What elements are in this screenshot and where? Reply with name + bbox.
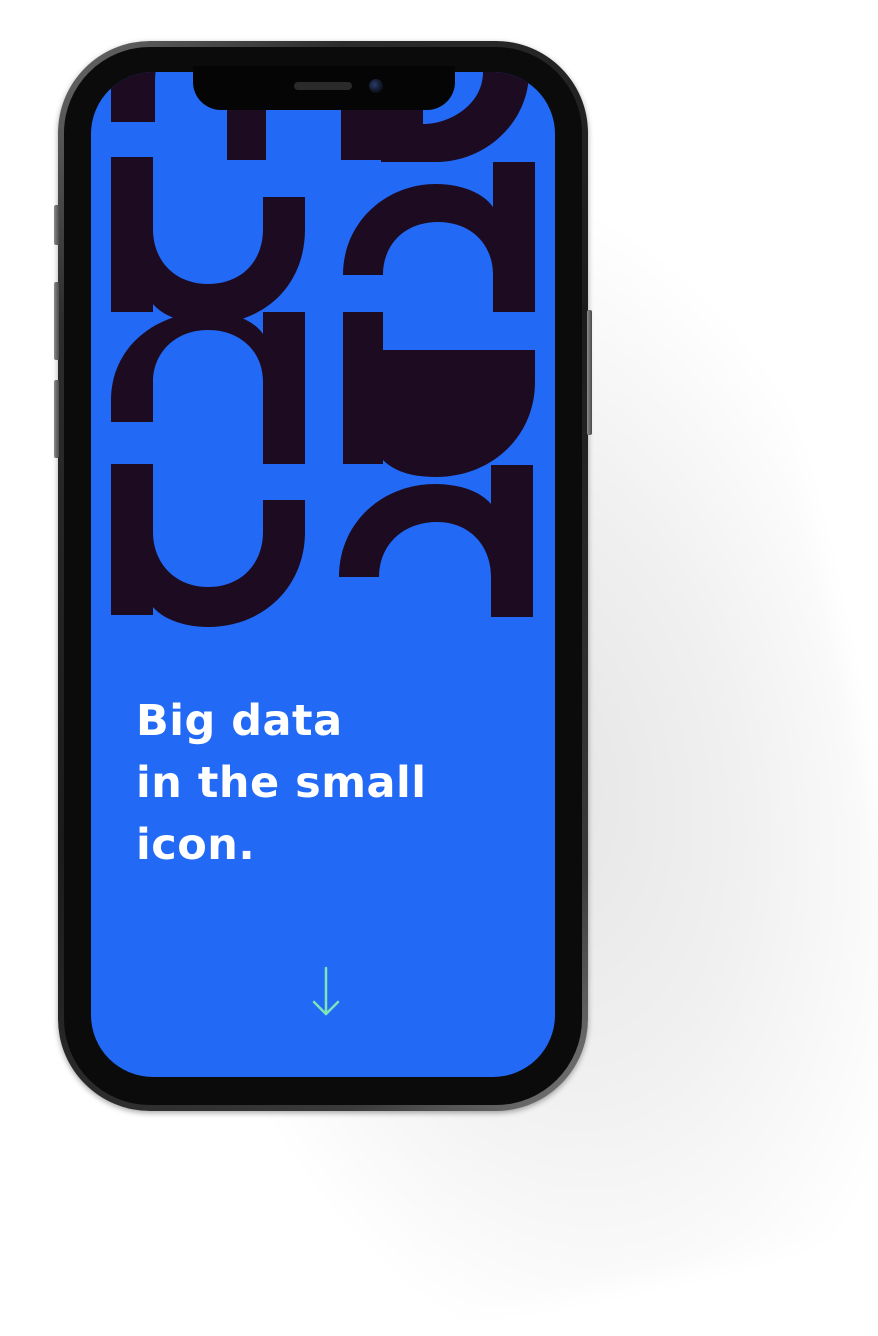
- scroll-down-button[interactable]: [304, 962, 348, 1022]
- letter-pattern: [111, 72, 535, 627]
- headline-line-3: icon.: [136, 820, 256, 870]
- volume-up-button: [54, 282, 59, 360]
- headline-line-1: Big data: [136, 696, 343, 746]
- pattern-shape-7: [111, 464, 305, 627]
- volume-down-button: [54, 380, 59, 458]
- silent-switch: [54, 205, 59, 245]
- pattern-shape-8: [339, 465, 533, 617]
- front-camera: [369, 79, 383, 93]
- pattern-shape-5: [111, 312, 305, 464]
- power-button: [587, 310, 592, 435]
- pattern-shape-4: [343, 162, 535, 312]
- arrow-down-icon: [312, 966, 340, 1016]
- hero-headline: Big data in the small icon.: [136, 690, 427, 876]
- pattern-shape-3: [111, 157, 305, 324]
- headline-line-2: in the small: [136, 758, 427, 808]
- phone-screen: [91, 72, 555, 1077]
- pattern-shape-6: [343, 312, 535, 477]
- earpiece-speaker: [294, 82, 352, 90]
